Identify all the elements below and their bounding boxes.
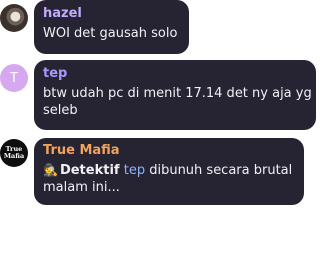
message-text: WOI det gausah solo bbox=[43, 26, 178, 41]
user-mention[interactable]: tep bbox=[124, 163, 145, 178]
avatar-letter: T bbox=[10, 70, 18, 86]
author-name[interactable]: tep bbox=[43, 66, 316, 82]
author-name[interactable]: hazel bbox=[43, 6, 189, 22]
chat-log: hazel WOI det gausah solo T tep btw udah… bbox=[0, 0, 320, 256]
message-bubble: True Mafia 🕵 Detektif tep dibunuh secara … bbox=[34, 138, 304, 205]
detective-icon: 🕵 bbox=[43, 163, 58, 177]
message-bubble: tep btw udah pc di menit 17.14 det ny aj… bbox=[34, 60, 316, 130]
message-text: btw udah pc di menit 17.14 det ny aja yg… bbox=[43, 86, 312, 118]
message-bubble: hazel WOI det gausah solo bbox=[34, 0, 189, 54]
avatar[interactable]: True Mafia bbox=[0, 139, 28, 167]
avatar[interactable] bbox=[0, 4, 28, 32]
avatar[interactable]: T bbox=[0, 64, 28, 92]
author-name[interactable]: True Mafia bbox=[43, 143, 304, 159]
role-name: Detektif bbox=[59, 163, 120, 178]
avatar-logo-line: Mafia bbox=[3, 152, 25, 160]
message-text: 🕵 Detektif tep dibunuh secara brutal mala… bbox=[43, 162, 304, 196]
